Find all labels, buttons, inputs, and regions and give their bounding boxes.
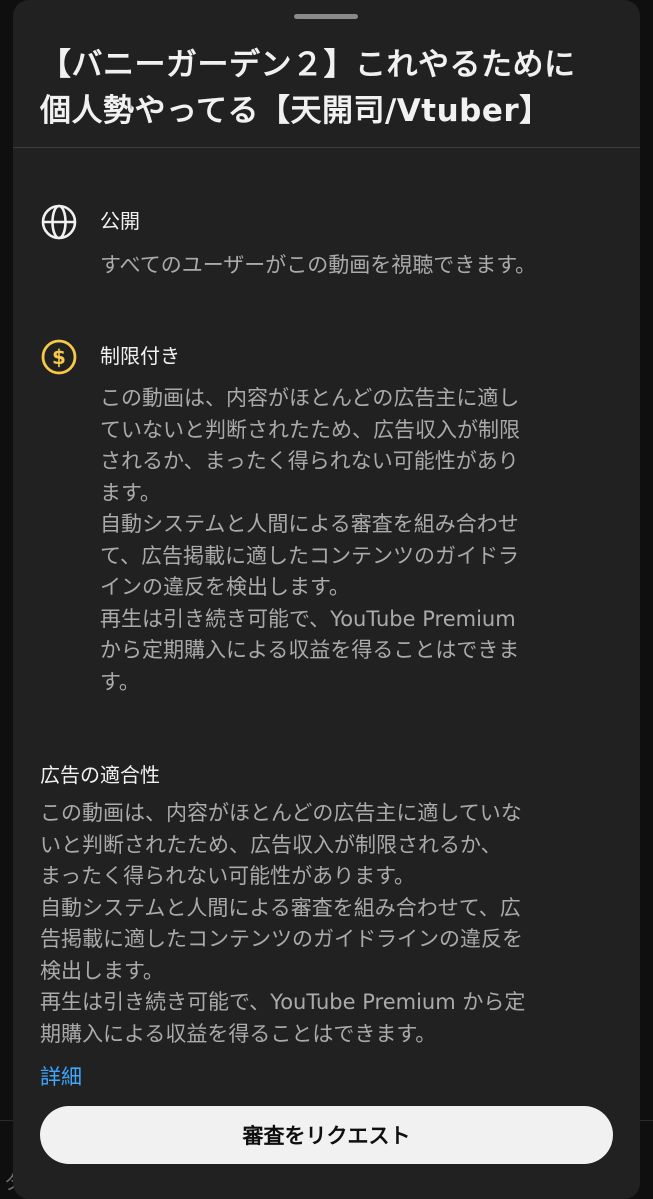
visibility-description: すべてのユーザーがこの動画を視聴できます。	[100, 253, 537, 277]
title-divider	[13, 147, 640, 148]
video-title: 【バニーガーデン２】これやるために 個人勢やってる【天開司/Vtuber】	[40, 47, 576, 129]
visibility-title: 公開	[100, 209, 140, 233]
request-review-button[interactable]: 審査をリクエスト	[40, 1106, 613, 1164]
svg-text:$: $	[52, 345, 66, 369]
monetization-description: この動画は、内容がほとんどの広告主に適し ていないと判断されたため、広告収入が制…	[100, 386, 520, 694]
bottom-sheet: 【バニーガーデン２】これやるために 個人勢やってる【天開司/Vtuber】 公開…	[13, 0, 640, 1199]
dollar-coin-icon: $	[40, 338, 78, 376]
ad-suitability-title: 広告の適合性	[40, 763, 160, 787]
ad-suitability-description: この動画は、内容がほとんどの広告主に適していな いと判断されたため、広告収入が制…	[40, 801, 526, 1046]
ad-suitability-section: 広告の適合性 この動画は、内容がほとんどの広告主に適していな いと判断されたため…	[40, 760, 620, 1050]
details-link[interactable]: 詳細	[40, 1062, 82, 1092]
monetization-title: 制限付き	[100, 344, 180, 368]
drag-handle[interactable]	[294, 14, 358, 19]
globe-icon	[40, 203, 78, 241]
